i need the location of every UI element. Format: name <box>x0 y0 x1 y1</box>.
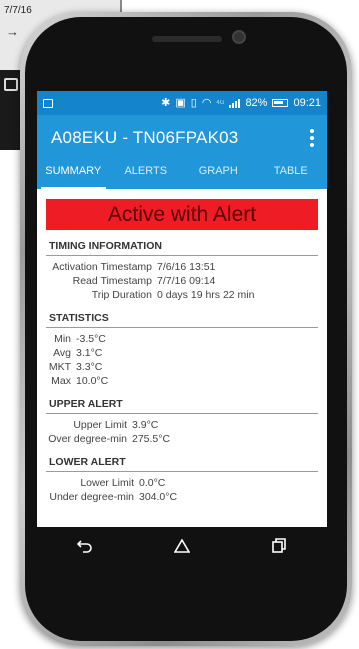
app-toolbar: A08EKU - TN06FPAK03 <box>37 115 327 161</box>
lower-alert-list: Lower Limit 0.0°C Under degree-min 304.0… <box>43 476 321 504</box>
trip-duration-label: Trip Duration <box>91 289 152 301</box>
wifi-icon: ◠ <box>201 96 212 109</box>
recents-icon[interactable] <box>264 534 294 558</box>
tab-alerts[interactable]: ALERTS <box>110 161 183 189</box>
network-type-label: 4G <box>216 100 225 106</box>
max-value: 10.0°C <box>76 375 109 387</box>
list-item: Activation Timestamp 7/6/16 13:51 <box>43 260 321 274</box>
tab-summary[interactable]: SUMMARY <box>37 161 110 189</box>
list-item: MKT 3.3°C <box>43 360 321 374</box>
bluetooth-icon: ✱ <box>161 96 171 109</box>
list-item: Min -3.5°C <box>43 332 321 346</box>
timing-information-heading: TIMING INFORMATION <box>46 236 318 256</box>
vibrate-icon: ▯ <box>190 96 197 109</box>
lower-limit-label: Lower Limit <box>80 477 134 489</box>
summary-content: Active with Alert TIMING INFORMATION Act… <box>37 189 327 504</box>
avg-label: Avg <box>53 347 71 359</box>
statistics-list: Min -3.5°C Avg 3.1°C MKT 3.3°C Max 10.0°… <box>43 332 321 388</box>
overflow-menu-icon[interactable] <box>305 129 319 147</box>
min-value: -3.5°C <box>76 333 106 345</box>
phone-screen: ✱ ▣ ▯ ◠ 4G 82% 09:21 A08EKU - TN06FPAK03… <box>37 91 327 564</box>
list-item: Lower Limit 0.0°C <box>43 476 321 490</box>
earpiece-speaker <box>152 36 222 42</box>
read-timestamp-label: Read Timestamp <box>72 275 152 287</box>
upper-alert-heading: UPPER ALERT <box>46 394 318 414</box>
max-label: Max <box>51 375 71 387</box>
list-item: Max 10.0°C <box>43 374 321 388</box>
upper-limit-value: 3.9°C <box>132 419 159 431</box>
background-arrow-icon: → <box>6 24 19 39</box>
back-icon[interactable] <box>70 534 100 558</box>
mkt-value: 3.3°C <box>76 361 103 373</box>
activation-timestamp-value: 7/6/16 13:51 <box>157 261 216 273</box>
over-degree-min-label: Over degree-min <box>48 433 127 445</box>
under-degree-min-value: 304.0°C <box>139 491 178 503</box>
signal-icon <box>229 98 241 108</box>
list-item: Over degree-min 275.5°C <box>43 432 321 446</box>
activation-timestamp-label: Activation Timestamp <box>52 261 152 273</box>
home-icon[interactable] <box>167 534 197 558</box>
background-date-text: 7/7/16 <box>4 5 32 16</box>
clock: 09:21 <box>293 97 321 109</box>
list-item: Avg 3.1°C <box>43 346 321 360</box>
trip-duration-value: 0 days 19 hrs 22 min <box>157 289 255 301</box>
statistics-heading: STATISTICS <box>46 308 318 328</box>
image-notification-icon <box>43 98 53 108</box>
avg-value: 3.1°C <box>76 347 103 359</box>
lower-limit-value: 0.0°C <box>139 477 166 489</box>
background-device-icon <box>4 78 18 91</box>
timing-information-list: Activation Timestamp 7/6/16 13:51 Read T… <box>43 260 321 302</box>
page-title: A08EKU - TN06FPAK03 <box>51 128 239 147</box>
status-badge: Active with Alert <box>46 199 318 230</box>
list-item: Read Timestamp 7/7/16 09:14 <box>43 274 321 288</box>
mkt-label: MKT <box>48 361 71 373</box>
upper-limit-label: Upper Limit <box>73 419 127 431</box>
upper-alert-list: Upper Limit 3.9°C Over degree-min 275.5°… <box>43 418 321 446</box>
front-camera <box>232 30 246 44</box>
battery-percent: 82% <box>245 97 268 109</box>
list-item: Upper Limit 3.9°C <box>43 418 321 432</box>
under-degree-min-label: Under degree-min <box>49 491 134 503</box>
read-timestamp-value: 7/7/16 09:14 <box>157 275 216 287</box>
battery-icon <box>272 99 289 107</box>
min-label: Min <box>54 333 71 345</box>
list-item: Trip Duration 0 days 19 hrs 22 min <box>43 288 321 302</box>
tab-table[interactable]: TABLE <box>255 161 328 189</box>
over-degree-min-value: 275.5°C <box>132 433 171 445</box>
nfc-icon: ▣ <box>175 96 186 109</box>
status-bar: ✱ ▣ ▯ ◠ 4G 82% 09:21 <box>37 91 327 115</box>
tab-graph[interactable]: GRAPH <box>182 161 255 189</box>
lower-alert-heading: LOWER ALERT <box>46 452 318 472</box>
system-navigation-bar <box>37 527 327 564</box>
list-item: Under degree-min 304.0°C <box>43 490 321 504</box>
tab-bar: SUMMARY ALERTS GRAPH TABLE <box>37 161 327 189</box>
